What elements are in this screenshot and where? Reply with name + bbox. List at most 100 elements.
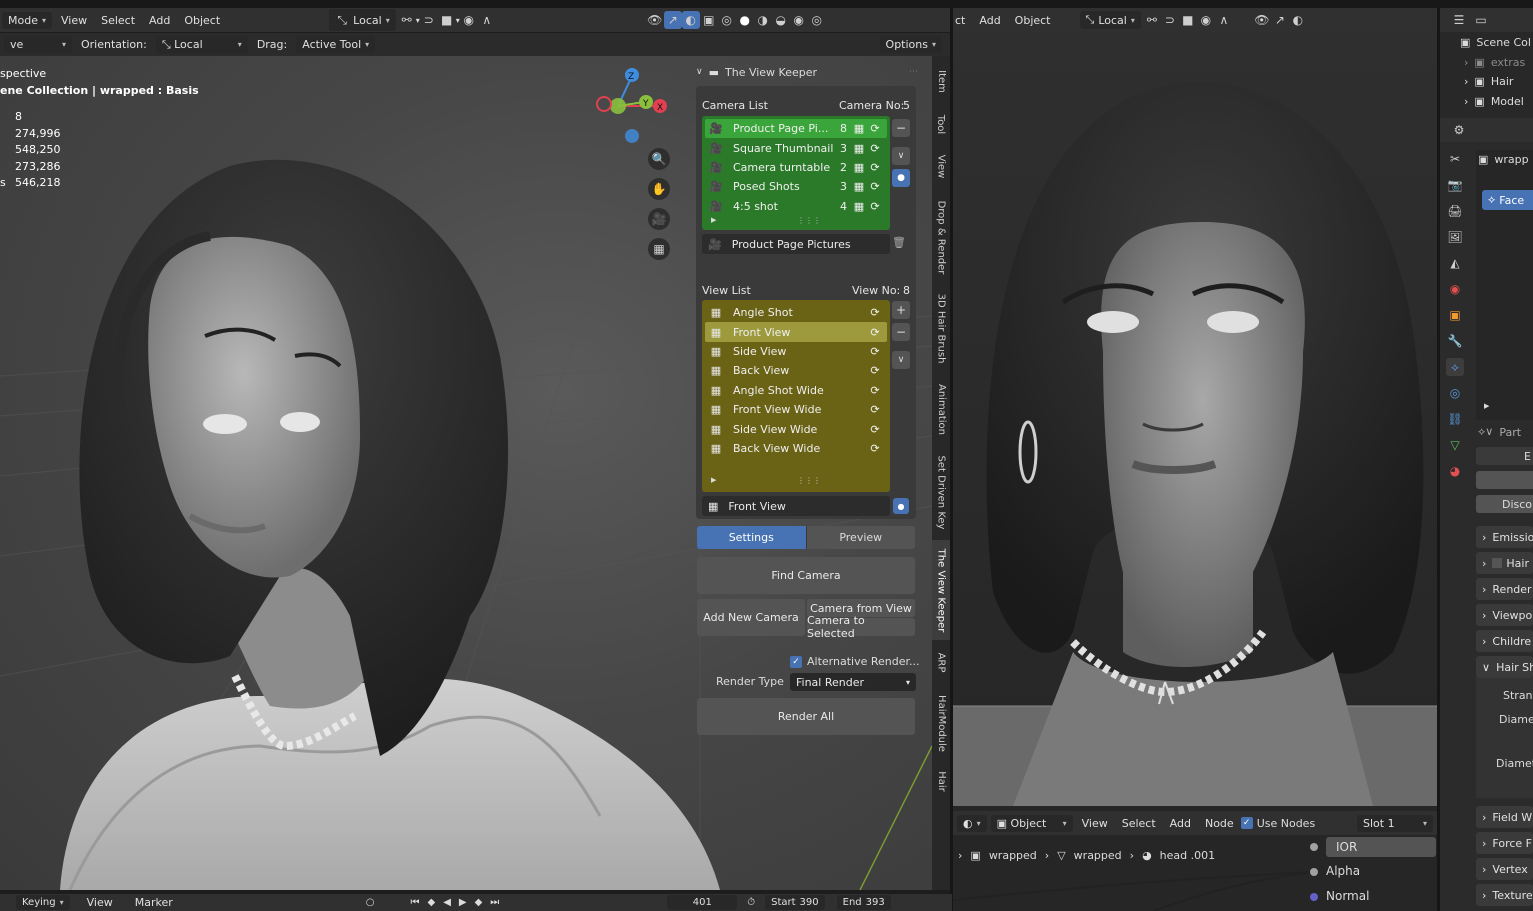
camera-row[interactable]: 🎥 Square Thumbnail 3 ▦ ⟳: [705, 138, 887, 157]
view-layer-icon[interactable]: 🖼: [1446, 228, 1464, 246]
view-row[interactable]: ▦ Back View Wide ⟳: [705, 439, 887, 458]
camera-menu-button[interactable]: ∨: [892, 147, 910, 165]
visibility-icon[interactable]: 👁: [646, 11, 664, 29]
record-icon[interactable]: ○: [366, 897, 375, 908]
camera-list[interactable]: 🎥 Product Page Pi... 8 ▦ ⟳ 🎥 Square Thumbnail…: [702, 116, 890, 230]
drag-handle-icon[interactable]: ⋯: [909, 67, 918, 77]
remove-view-button[interactable]: −: [892, 323, 910, 341]
tab-item[interactable]: Item: [932, 62, 950, 100]
visibility-icon[interactable]: 👁: [1253, 11, 1271, 29]
view-toggle-button[interactable]: ●: [893, 498, 909, 514]
blank-button[interactable]: [1476, 471, 1533, 489]
camera-row[interactable]: 🎥 Posed Shots 3 ▦ ⟳: [705, 177, 887, 196]
section-force-field[interactable]: › Force F: [1476, 832, 1533, 854]
shading-wire-icon[interactable]: ◎: [718, 11, 736, 29]
section-hair-shape[interactable]: ∨ Hair Sh: [1476, 656, 1533, 678]
area-divider[interactable]: [950, 8, 953, 911]
outliner-row[interactable]: › ▣ Model: [1464, 95, 1524, 108]
section-hair[interactable]: › Hair: [1476, 552, 1533, 574]
tab-tool[interactable]: Tool: [932, 106, 950, 142]
menu-object[interactable]: Object: [1008, 14, 1058, 27]
menu-node[interactable]: Node: [1198, 817, 1241, 830]
orientation-dropdown[interactable]: ⤡ Local ▾: [155, 35, 248, 54]
navigation-gizmo[interactable]: Z X Y: [592, 64, 672, 154]
clock-icon[interactable]: ⏱: [747, 897, 755, 908]
view-row[interactable]: ▦ Back View ⟳: [705, 361, 887, 380]
snap-target-icon[interactable]: ■: [1179, 11, 1197, 29]
tab-arp[interactable]: ARP: [932, 648, 950, 676]
section-render[interactable]: › Render: [1476, 578, 1533, 600]
output-icon[interactable]: 🖨: [1446, 202, 1464, 220]
refresh-icon[interactable]: ⟳: [867, 142, 883, 155]
disconnect-button[interactable]: Discor: [1476, 495, 1533, 513]
expand-arrow-icon[interactable]: ▶: [711, 476, 716, 484]
play-reverse-icon[interactable]: ◀: [443, 897, 451, 908]
mode-dropdown[interactable]: Mode ▾: [2, 11, 52, 29]
view-row[interactable]: ▦ Side View ⟳: [705, 342, 887, 361]
properties-editor-icon[interactable]: ⚙: [1450, 121, 1468, 139]
camera-to-selected-button[interactable]: Camera to Selected: [807, 614, 915, 640]
view-row[interactable]: ▦ Front View Wide ⟳: [705, 400, 887, 419]
gizmo-toggle-icon[interactable]: ↗: [663, 11, 682, 29]
resize-grip-icon[interactable]: ⋮⋮⋮: [797, 216, 821, 225]
find-camera-button[interactable]: Find Camera: [697, 557, 915, 594]
emitter-field[interactable]: E: [1476, 447, 1533, 465]
tab-hair[interactable]: Hair: [932, 766, 950, 796]
particles-icon[interactable]: ⟡: [1446, 358, 1464, 376]
shading-render-icon[interactable]: ◒: [772, 11, 790, 29]
menu-select[interactable]: Select: [1115, 817, 1163, 830]
xray-icon[interactable]: ▣: [700, 11, 718, 29]
tab-view[interactable]: View: [932, 148, 950, 184]
menu-add[interactable]: Add: [972, 14, 1007, 27]
particle-settings-row[interactable]: ⟡∨ Part: [1478, 425, 1521, 439]
trash-icon[interactable]: 🗑: [892, 236, 906, 249]
object-mode-dropdown[interactable]: ▣ Object ▾: [990, 814, 1073, 832]
tab-preview[interactable]: Preview: [805, 526, 915, 549]
proportional-icon[interactable]: ◉: [1197, 11, 1215, 29]
end-frame-field[interactable]: End 393: [836, 895, 891, 910]
view-grid-icon[interactable]: ▦: [851, 122, 867, 135]
material-icon[interactable]: ◕: [1446, 462, 1464, 480]
overlay-icon[interactable]: ◐: [681, 11, 700, 29]
refresh-icon[interactable]: ⟳: [867, 345, 883, 358]
outliner-row[interactable]: ▣ Scene Col: [1460, 36, 1531, 49]
drag-dropdown[interactable]: Active Tool ▾: [296, 36, 376, 53]
world-icon[interactable]: ◉: [1446, 280, 1464, 298]
outliner-row[interactable]: › ▣ Hair: [1464, 75, 1513, 88]
refresh-icon[interactable]: ⟳: [867, 384, 883, 397]
proportional-icon[interactable]: ◉: [460, 11, 478, 29]
modifier-wrench-icon[interactable]: 🔧: [1446, 332, 1464, 350]
section-vertex-groups[interactable]: › Vertex: [1476, 858, 1533, 880]
resize-grip-icon[interactable]: ⋮⋮⋮: [797, 476, 821, 485]
section-emission[interactable]: › Emissio: [1476, 526, 1533, 548]
gizmo-toggle-icon[interactable]: ↗: [1271, 11, 1289, 29]
render-type-dropdown[interactable]: Final Render ▾: [790, 673, 916, 691]
outliner-row[interactable]: › ▣ extras: [1464, 56, 1525, 69]
tab-set-driven-key[interactable]: Set Driven Key: [932, 450, 950, 534]
refresh-icon[interactable]: ⟳: [867, 122, 883, 135]
menu-marker[interactable]: Marker: [128, 896, 180, 909]
options-dropdown[interactable]: Options ▾: [879, 36, 942, 53]
section-viewport[interactable]: › Viewpo: [1476, 604, 1533, 626]
refresh-icon[interactable]: ⟳: [867, 326, 883, 339]
jump-start-icon[interactable]: ⏮: [410, 897, 419, 908]
shading-solid-icon[interactable]: ●: [736, 11, 754, 29]
outliner-editor-icon[interactable]: ☰: [1450, 11, 1468, 29]
active-camera-field[interactable]: 🎥 Product Page Pictures: [702, 234, 890, 254]
menu-view[interactable]: View: [1075, 817, 1115, 830]
section-children[interactable]: › Childre: [1476, 630, 1533, 652]
refresh-icon[interactable]: ⟳: [867, 403, 883, 416]
view-grid-icon[interactable]: ▦: [851, 142, 867, 155]
tool-icon[interactable]: ✂: [1446, 150, 1464, 168]
socket-normal[interactable]: [1310, 893, 1318, 901]
render-toggle2-icon[interactable]: ◎: [808, 11, 826, 29]
camera-row[interactable]: 🎥 Product Page Pi... 8 ▦ ⟳: [705, 119, 887, 139]
render-toggle-icon[interactable]: ◉: [790, 11, 808, 29]
checkbox-check-icon[interactable]: ✓: [790, 655, 802, 668]
refresh-icon[interactable]: ⟳: [867, 423, 883, 436]
view-row[interactable]: ▦ Front View ⟳: [705, 322, 887, 342]
select-mode-dropdown[interactable]: ve ▾: [4, 36, 72, 53]
refresh-icon[interactable]: ⟳: [867, 161, 883, 174]
expand-arrow-icon[interactable]: ▶: [711, 216, 716, 224]
data-icon[interactable]: ▽: [1446, 436, 1464, 454]
